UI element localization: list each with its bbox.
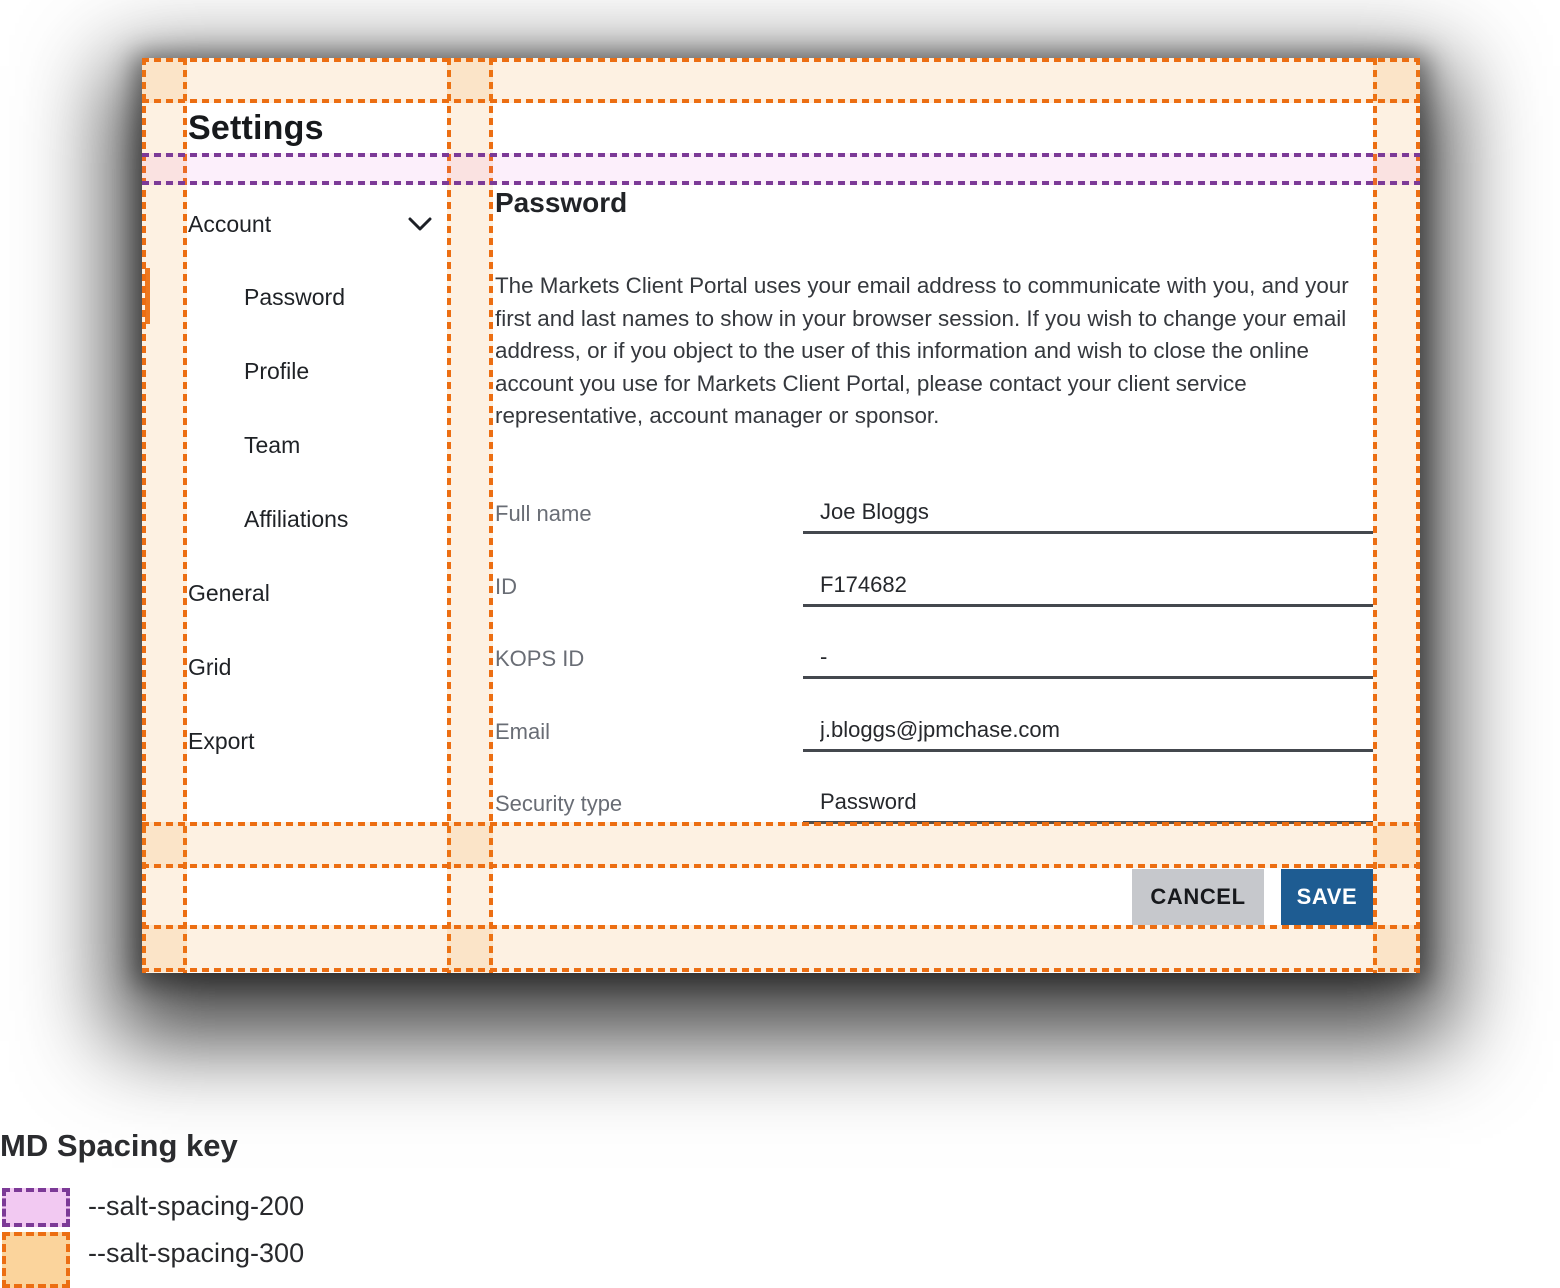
panel-heading: Password xyxy=(495,187,627,219)
input-underline xyxy=(803,643,1373,679)
save-button[interactable]: SAVE xyxy=(1281,869,1373,925)
sidebar-item-label: Affiliations xyxy=(244,506,348,533)
sidebar-item-label: Profile xyxy=(244,358,309,385)
field-label: ID xyxy=(495,571,803,600)
sidebar-item-grid[interactable]: Grid xyxy=(188,645,432,689)
full-name-field[interactable] xyxy=(820,499,1373,525)
form-row-security-type: Security type xyxy=(495,788,1373,824)
sidebar-item-affiliations[interactable]: Affiliations xyxy=(244,497,432,541)
input-underline xyxy=(803,571,1373,607)
sidebar-item-label: Password xyxy=(244,284,345,311)
security-type-field[interactable] xyxy=(820,789,1373,815)
form-row-kops-id: KOPS ID xyxy=(495,643,1373,679)
field-label: Full name xyxy=(495,498,803,527)
sidebar-item-label: Team xyxy=(244,432,300,459)
form-row-id: ID xyxy=(495,571,1373,607)
panel-description: The Markets Client Portal uses your emai… xyxy=(495,270,1371,433)
sidebar-item-profile[interactable]: Profile xyxy=(244,349,432,393)
sidebar-item-account[interactable]: Account xyxy=(188,202,432,246)
legend-title: MD Spacing key xyxy=(0,1128,238,1164)
cancel-button[interactable]: CANCEL xyxy=(1132,869,1264,925)
sidebar-item-label: General xyxy=(188,580,270,607)
legend-swatch-spacing-200 xyxy=(2,1188,70,1227)
sidebar-item-team[interactable]: Team xyxy=(244,423,432,467)
active-item-indicator xyxy=(145,268,150,324)
id-field[interactable] xyxy=(820,572,1373,598)
input-underline xyxy=(803,716,1373,752)
form-row-email: Email xyxy=(495,716,1373,752)
field-label: KOPS ID xyxy=(495,643,803,672)
kops-id-field[interactable] xyxy=(820,644,1373,670)
chevron-down-icon xyxy=(408,217,432,231)
sidebar-item-label: Export xyxy=(188,728,254,755)
sidebar-item-label: Grid xyxy=(188,654,231,681)
sidebar-item-label: Account xyxy=(188,211,271,238)
sidebar-item-password[interactable]: Password xyxy=(244,275,432,319)
form-row-full-name: Full name xyxy=(495,498,1373,534)
sidebar-item-export[interactable]: Export xyxy=(188,719,432,763)
email-field[interactable] xyxy=(820,717,1373,743)
sidebar-item-general[interactable]: General xyxy=(188,571,432,615)
input-underline xyxy=(803,788,1373,824)
input-underline xyxy=(803,498,1373,534)
legend-label-spacing-300: --salt-spacing-300 xyxy=(88,1238,304,1269)
legend-label-spacing-200: --salt-spacing-200 xyxy=(88,1191,304,1222)
settings-dialog: Settings Account Password Profile Team A… xyxy=(142,58,1420,973)
field-label: Email xyxy=(495,716,803,745)
field-label: Security type xyxy=(495,788,803,817)
